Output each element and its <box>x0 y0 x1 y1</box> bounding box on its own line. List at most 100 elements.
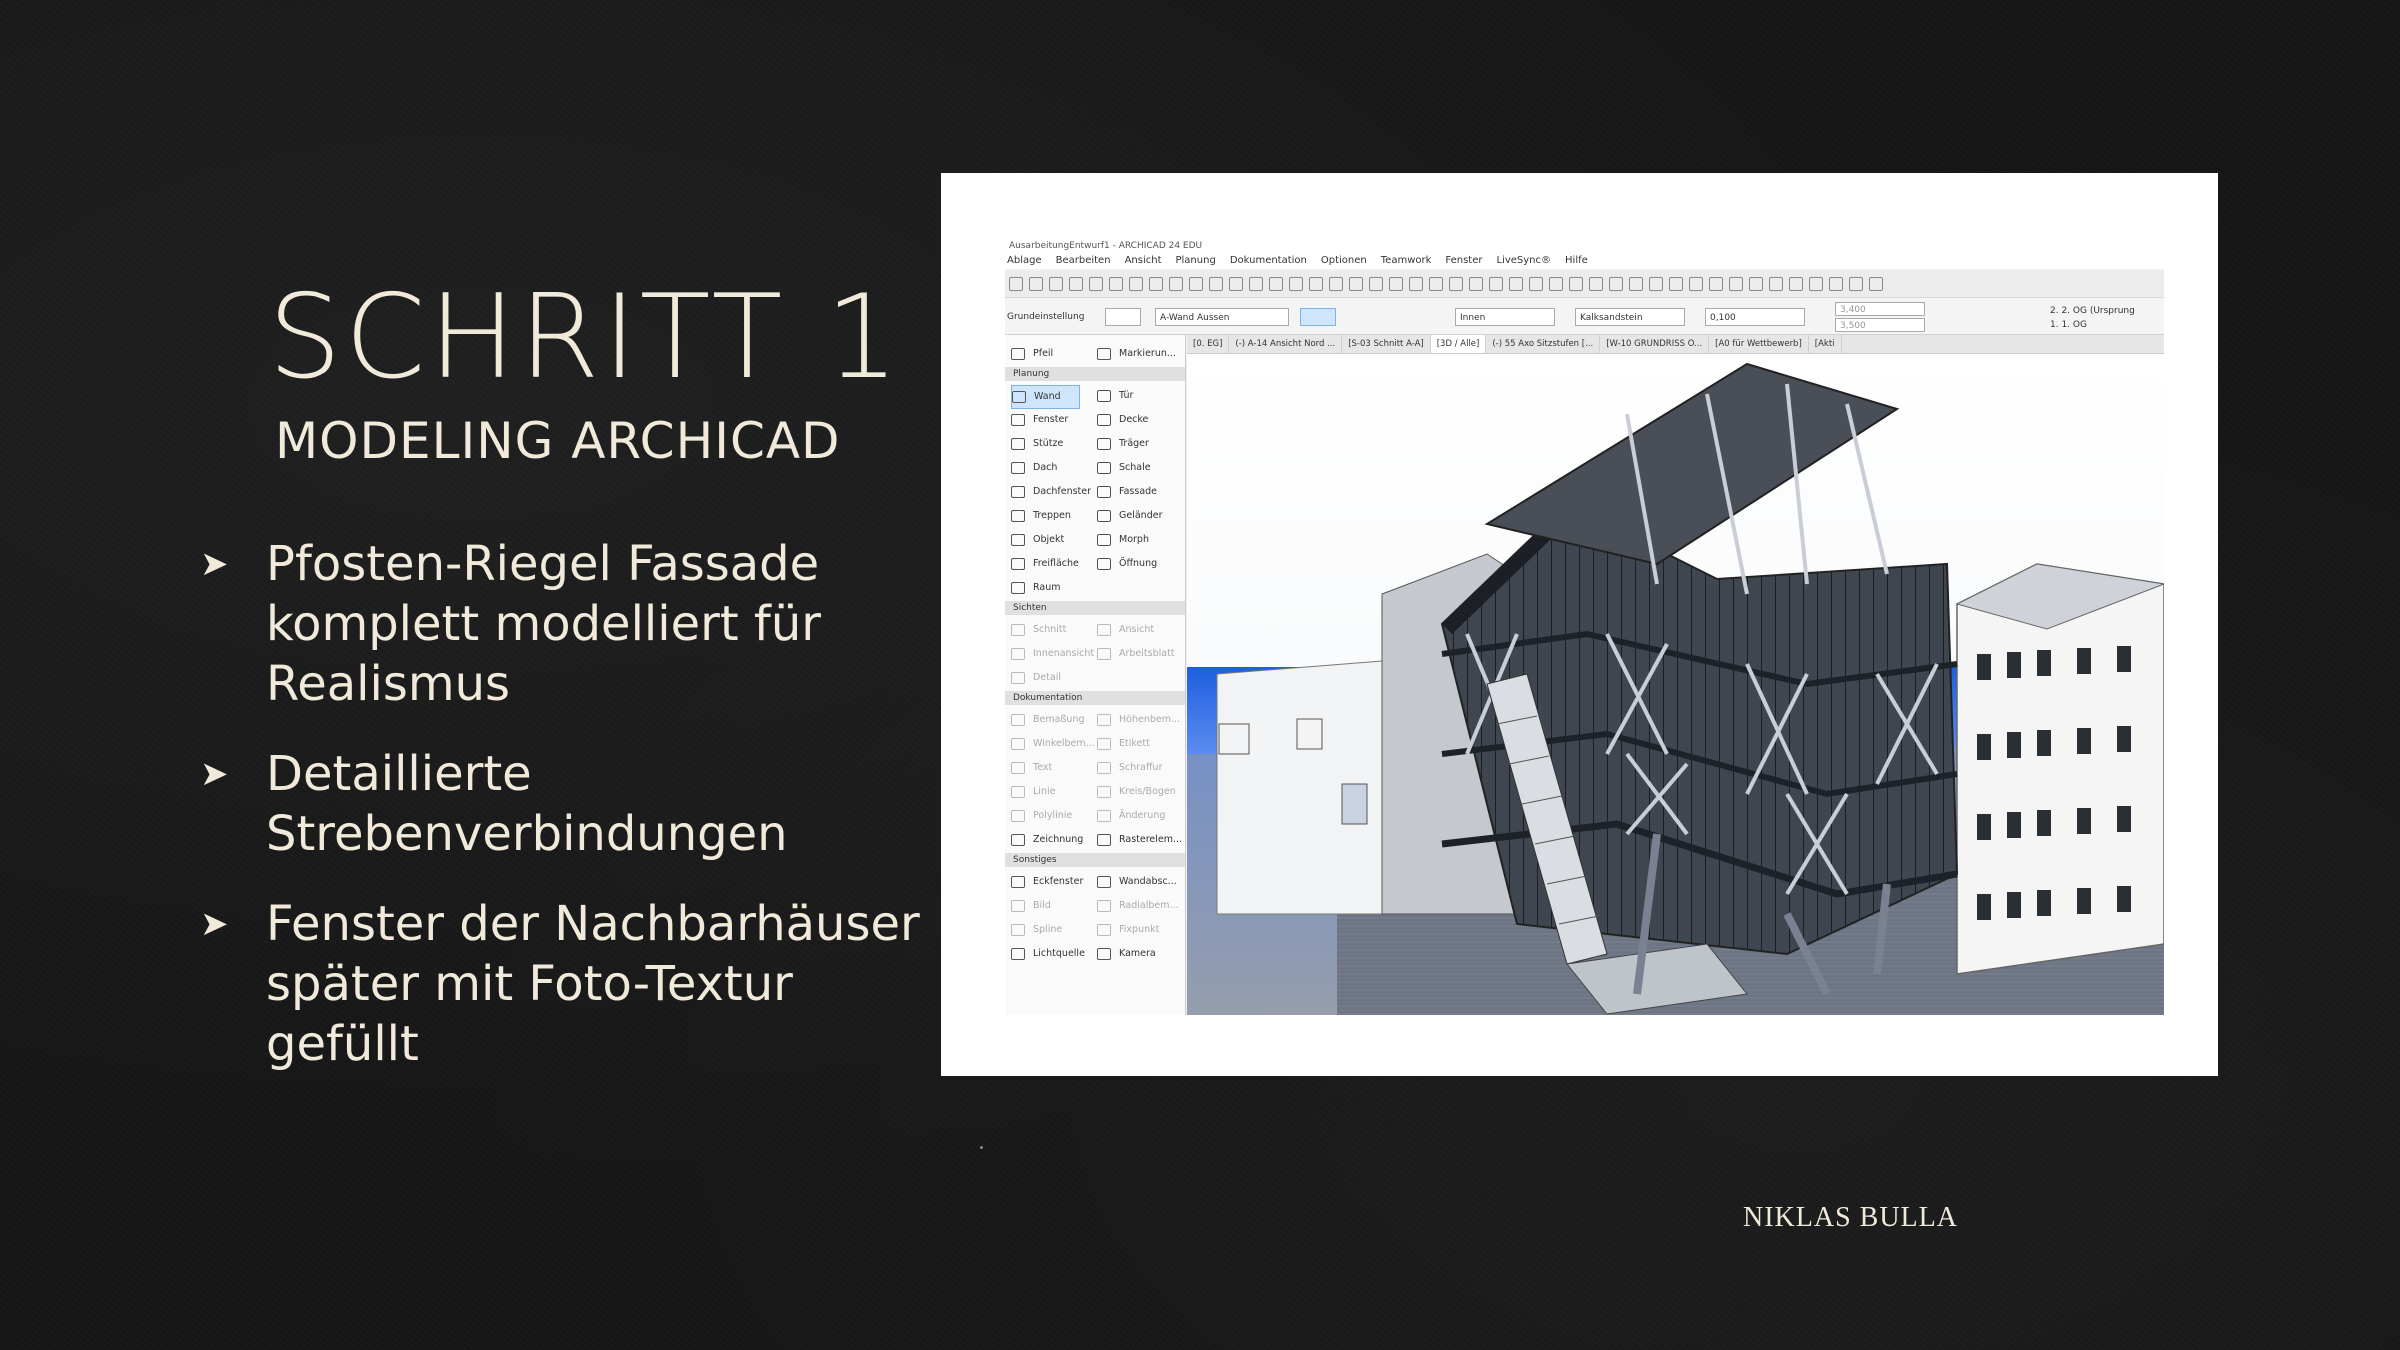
toolbox-tool[interactable]: Schnitt <box>1011 619 1066 641</box>
toolbar-tool-icon[interactable] <box>1609 277 1623 291</box>
toolbar-tool-icon[interactable] <box>1249 277 1263 291</box>
view-tab[interactable]: [A0 für Wettbewerb] <box>1709 335 1809 353</box>
toolbox-tool[interactable]: Winkelbem... <box>1011 733 1095 755</box>
menu-item[interactable]: Bearbeiten <box>1056 253 1111 269</box>
toolbar-tool-icon[interactable] <box>1489 277 1503 291</box>
wall-type-select[interactable]: A-Wand Aussen <box>1155 308 1289 326</box>
toolbox-tool[interactable]: Fenster <box>1011 409 1068 431</box>
toolbox-tool[interactable]: Stütze <box>1011 433 1063 455</box>
menu-item[interactable]: LiveSync® <box>1497 253 1552 269</box>
toolbar-tool-icon[interactable] <box>1269 277 1283 291</box>
toolbox-tool[interactable]: Dachfenster <box>1011 481 1091 503</box>
toolbox-tool[interactable]: Geländer <box>1097 505 1162 527</box>
menu-item[interactable]: Ansicht <box>1125 253 1162 269</box>
toolbox-tool[interactable]: Änderung <box>1097 805 1165 827</box>
toolbox-section-header[interactable]: Sichten <box>1005 601 1185 615</box>
toolbar-tool-icon[interactable] <box>1389 277 1403 291</box>
toolbox-tool[interactable]: Lichtquelle <box>1011 943 1085 965</box>
toolbox-tool[interactable]: Etikett <box>1097 733 1150 755</box>
view-tab[interactable]: [0. EG] <box>1187 335 1230 353</box>
toolbar-tool-icon[interactable] <box>1349 277 1363 291</box>
toolbar-tool-icon[interactable] <box>1629 277 1643 291</box>
menu-item[interactable]: Dokumentation <box>1230 253 1307 269</box>
toolbar-tool-icon[interactable] <box>1789 277 1803 291</box>
toolbar-tool-icon[interactable] <box>1749 277 1763 291</box>
toolbar-tool-icon[interactable] <box>1689 277 1703 291</box>
toolbox-tool[interactable]: Eckfenster <box>1011 871 1083 893</box>
toolbar-tool-icon[interactable] <box>1329 277 1343 291</box>
toolbar-tool-icon[interactable] <box>1069 277 1083 291</box>
toolbox-tool[interactable]: Bild <box>1011 895 1051 917</box>
toolbar-tool-icon[interactable] <box>1209 277 1223 291</box>
toolbar-tool-icon[interactable] <box>1369 277 1383 291</box>
3d-viewport[interactable] <box>1187 354 2164 1015</box>
toolbar-tool-icon[interactable] <box>1669 277 1683 291</box>
toolbox-tool[interactable]: Radialbem... <box>1097 895 1179 917</box>
view-tab[interactable]: (-) A-14 Ansicht Nord ... <box>1229 335 1343 353</box>
toolbar-tool-icon[interactable] <box>1029 277 1043 291</box>
toolbar-tool-icon[interactable] <box>1229 277 1243 291</box>
height-field-top[interactable]: 3,400 <box>1835 302 1925 316</box>
view-tab[interactable]: [3D / Alle] <box>1430 335 1487 353</box>
toolbox-tool[interactable]: Träger <box>1097 433 1149 455</box>
view-tab[interactable]: (-) 55 Axo Sitzstufen [... <box>1486 335 1601 353</box>
toolbox-tool[interactable]: Text <box>1011 757 1052 779</box>
view-tab[interactable]: [S-03 Schnitt A-A] <box>1342 335 1431 353</box>
toolbar-tool-icon[interactable] <box>1169 277 1183 291</box>
toolbox-tool[interactable]: Polylinie <box>1011 805 1072 827</box>
view-tab[interactable]: [W-10 GRUNDRISS O... <box>1600 335 1710 353</box>
toolbar-tool-icon[interactable] <box>1449 277 1463 291</box>
side-select[interactable]: Innen <box>1455 308 1555 326</box>
toolbar-tool-icon[interactable] <box>1469 277 1483 291</box>
toolbar-tool-icon[interactable] <box>1709 277 1723 291</box>
toolbox-tool[interactable]: Objekt <box>1011 529 1064 551</box>
view-tab[interactable]: [Akti <box>1809 335 1842 353</box>
toolbox-tool[interactable]: Schale <box>1097 457 1151 479</box>
toolbox-tool[interactable]: Fassade <box>1097 481 1157 503</box>
toolbox-tool[interactable]: Wand <box>1011 385 1080 409</box>
toolbox-tool[interactable]: Detail <box>1011 667 1061 689</box>
menu-item[interactable]: Hilfe <box>1565 253 1588 269</box>
story-top[interactable]: 2. 2. OG (Ursprung <box>2050 304 2160 318</box>
toolbar-tool-icon[interactable] <box>1429 277 1443 291</box>
toolbar-tool-icon[interactable] <box>1729 277 1743 291</box>
height-field-bottom[interactable]: 3,500 <box>1835 318 1925 332</box>
toolbar-tool-icon[interactable] <box>1189 277 1203 291</box>
menu-item[interactable]: Planung <box>1176 253 1216 269</box>
toolbar-tool-icon[interactable] <box>1829 277 1843 291</box>
toolbox-tool[interactable]: Freifläche <box>1011 553 1079 575</box>
menu-item[interactable]: Optionen <box>1321 253 1367 269</box>
toolbar-tool-icon[interactable] <box>1849 277 1863 291</box>
toolbox-tool[interactable]: Dach <box>1011 457 1057 479</box>
reference-line-button[interactable] <box>1300 308 1336 326</box>
toolbox-tool[interactable]: Tür <box>1097 385 1133 407</box>
menu-item[interactable]: Ablage <box>1007 253 1042 269</box>
toolbox-tool[interactable]: Kreis/Bogen <box>1097 781 1176 803</box>
toolbox-section-header[interactable]: Planung <box>1005 367 1185 381</box>
toolbar-tool-icon[interactable] <box>1049 277 1063 291</box>
toolbar-tool-icon[interactable] <box>1509 277 1523 291</box>
toolbar-tool-icon[interactable] <box>1129 277 1143 291</box>
geometry-method-select[interactable] <box>1105 308 1141 326</box>
toolbox-tool[interactable]: Raum <box>1011 577 1061 599</box>
toolbar-tool-icon[interactable] <box>1769 277 1783 291</box>
toolbar-tool-icon[interactable] <box>1529 277 1543 291</box>
toolbar-tool-icon[interactable] <box>1589 277 1603 291</box>
toolbox-tool[interactable]: Öffnung <box>1097 553 1157 575</box>
toolbox-tool[interactable]: Ansicht <box>1097 619 1154 641</box>
menu-item[interactable]: Fenster <box>1445 253 1482 269</box>
toolbar-tool-icon[interactable] <box>1109 277 1123 291</box>
toolbar-tool-icon[interactable] <box>1549 277 1563 291</box>
toolbox-tool[interactable]: Morph <box>1097 529 1149 551</box>
toolbox-tool[interactable]: Bemaßung <box>1011 709 1085 731</box>
toolbox-tool[interactable]: Rasterelem... <box>1097 829 1182 851</box>
menu-item[interactable]: Teamwork <box>1381 253 1432 269</box>
toolbox-tool[interactable]: Fixpunkt <box>1097 919 1159 941</box>
toolbox-tool[interactable]: Linie <box>1011 781 1055 803</box>
toolbox-tool[interactable]: Kamera <box>1097 943 1156 965</box>
toolbar-tool-icon[interactable] <box>1649 277 1663 291</box>
toolbar-tool-icon[interactable] <box>1089 277 1103 291</box>
toolbar-tool-icon[interactable] <box>1289 277 1303 291</box>
toolbox-tool[interactable]: Pfeil <box>1011 343 1053 365</box>
toolbox-tool[interactable]: Markierun... <box>1097 343 1176 365</box>
